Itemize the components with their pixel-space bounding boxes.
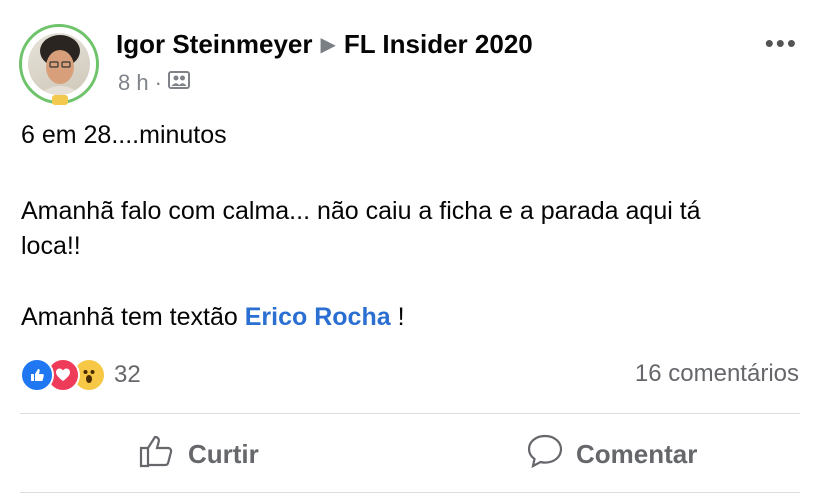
comment-icon [526,433,564,476]
author-name[interactable]: Igor Steinmeyer [116,29,313,59]
reaction-count: 32 [114,361,141,388]
like-label: Curtir [188,439,259,469]
reactions-summary[interactable]: 32 [20,358,141,392]
like-icon [20,358,54,392]
mention-link[interactable]: Erico Rocha [245,303,391,331]
divider-bottom [20,492,800,493]
avatar-badge [52,95,68,105]
play-arrow-icon: ▶ [320,34,336,56]
comment-button[interactable]: Comentar [526,433,697,476]
author-avatar[interactable] [19,24,99,105]
comments-count-link[interactable]: 16 comentários [635,360,799,388]
group-icon [167,70,190,96]
like-button[interactable]: Curtir [138,433,259,476]
group-name[interactable]: FL Insider 2020 [344,29,533,59]
post-text-line-4: Amanhã tem textão Erico Rocha ! [21,303,405,332]
feed-post: Igor Steinmeyer ▶ FL Insider 2020 8 h · ••… [0,0,816,503]
more-options-icon[interactable]: ••• [765,28,798,59]
post-header-title: Igor Steinmeyer ▶ FL Insider 2020 [116,29,533,60]
post-text-line-1: 6 em 28....minutos [21,121,227,149]
post-meta: 8 h · [118,70,190,96]
divider-top [20,413,800,414]
separator-dot: · [154,70,162,95]
thumbs-up-icon [138,433,176,476]
avatar-photo [28,33,90,95]
post-time[interactable]: 8 h [118,70,149,96]
mention-suffix: ! [390,303,405,331]
post-text-line-2: Amanhã falo com calma... não caiu a fich… [21,197,701,225]
comment-label: Comentar [576,439,698,469]
mention-prefix: Amanhã tem textão [21,303,238,331]
post-text-line-3: loca!! [21,232,81,260]
